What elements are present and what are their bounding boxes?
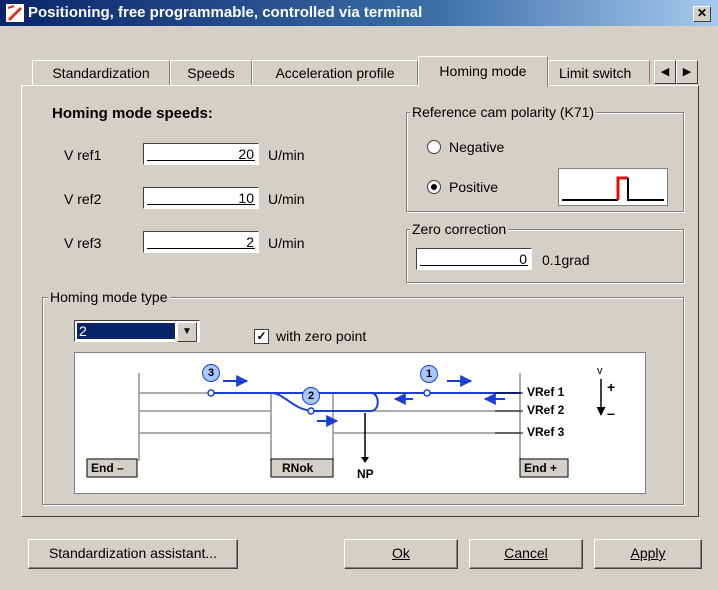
vref1-diagram-label: VRef 1 <box>527 385 565 399</box>
vref2-label: V ref2 <box>64 191 102 207</box>
tab-standardization[interactable]: Standardization <box>32 60 170 86</box>
vref1-label: V ref1 <box>64 147 102 163</box>
ok-button-label: Ok <box>392 545 410 561</box>
cam-signal-icon <box>558 168 668 206</box>
cam-polarity-legend: Reference cam polarity (K71) <box>410 104 597 120</box>
end-plus-label: End + <box>524 461 558 475</box>
apply-button-label: Apply <box>630 545 666 561</box>
marker-1: 1 <box>420 365 438 383</box>
homing-type-select[interactable]: 2 ▼ <box>74 320 200 342</box>
tab-acceleration-profile[interactable]: Acceleration profile <box>252 60 418 86</box>
radio-negative-label[interactable]: Negative <box>449 139 504 155</box>
rnok-label: RNok <box>282 461 314 475</box>
vref2-unit: U/min <box>268 191 305 207</box>
vref3-input[interactable]: 2 <box>143 231 259 253</box>
vref2-input[interactable]: 10 <box>143 187 259 209</box>
np-label: NP <box>357 467 374 481</box>
radio-negative[interactable] <box>427 140 441 154</box>
window-title: Positioning, free programmable, controll… <box>28 4 423 21</box>
vref1-input[interactable]: 20 <box>143 143 259 165</box>
cancel-button-label: Cancel <box>504 545 548 561</box>
tab-limit-switch[interactable]: Limit switch <box>548 60 650 84</box>
velocity-plus-label: + <box>607 379 616 395</box>
tab-scroll-left-icon[interactable]: ◀ <box>654 60 676 84</box>
chevron-down-icon[interactable]: ▼ <box>177 322 197 342</box>
zero-correction-input[interactable]: 0 <box>416 248 532 270</box>
with-zero-point-label[interactable]: with zero point <box>276 328 366 344</box>
radio-positive-label[interactable]: Positive <box>449 179 498 195</box>
velocity-label: v <box>597 365 603 377</box>
marker-2: 2 <box>302 387 320 405</box>
vref2-diagram-label: VRef 2 <box>527 403 565 417</box>
speeds-heading: Homing mode speeds: <box>52 105 213 122</box>
tab-homing-mode[interactable]: Homing mode <box>418 56 548 87</box>
tab-scroll-right-icon[interactable]: ▶ <box>676 60 698 84</box>
standardization-assistant-button[interactable]: Standardization assistant... <box>28 539 238 569</box>
close-button[interactable]: ✕ <box>693 6 711 22</box>
vref1-unit: U/min <box>268 147 305 163</box>
marker-3: 3 <box>202 364 220 382</box>
vref3-label: V ref3 <box>64 235 102 251</box>
homing-type-legend: Homing mode type <box>48 289 170 305</box>
end-minus-label: End – <box>91 461 124 475</box>
apply-button[interactable]: Apply <box>594 539 702 569</box>
tab-speeds[interactable]: Speeds <box>170 60 252 86</box>
vref3-diagram-label: VRef 3 <box>527 425 565 439</box>
zero-correction-unit: 0.1grad <box>542 252 590 268</box>
vref3-unit: U/min <box>268 235 305 251</box>
radio-positive[interactable] <box>427 180 441 194</box>
velocity-minus-label: – <box>607 405 615 421</box>
cancel-button[interactable]: Cancel <box>469 539 583 569</box>
homing-diagram: 3 2 1 VRef 1 VRef 2 VRef 3 v + – End – R… <box>74 352 646 494</box>
with-zero-point-checkbox[interactable]: ✓ <box>254 329 269 344</box>
homing-type-selected-value: 2 <box>77 323 175 339</box>
ok-button[interactable]: Ok <box>344 539 458 569</box>
zero-correction-legend: Zero correction <box>410 221 509 237</box>
app-icon <box>6 4 24 22</box>
